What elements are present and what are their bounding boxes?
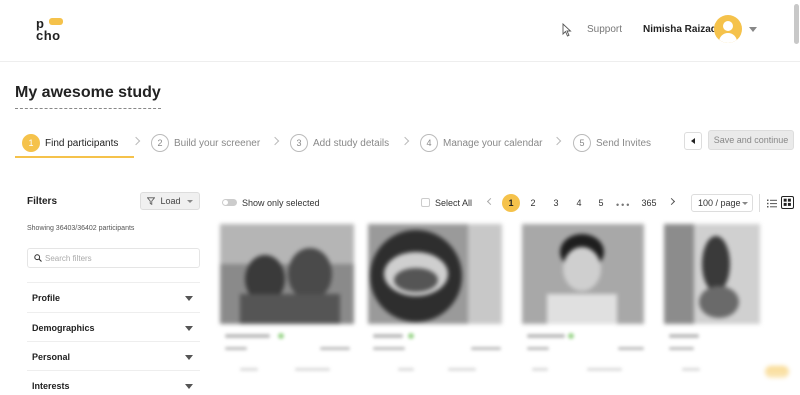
online-indicator <box>278 333 284 339</box>
filter-section-personal[interactable]: Personal <box>27 341 200 371</box>
page-1[interactable]: 1 <box>502 194 520 212</box>
top-header: p cho Support Nimisha Raizada <box>0 0 800 62</box>
logo-accent <box>49 18 63 25</box>
filter-section-label: Profile <box>32 293 61 303</box>
search-filters-input[interactable] <box>45 251 195 266</box>
blurred-name <box>373 334 403 338</box>
page-3[interactable]: 3 <box>551 194 561 212</box>
filter-section-label: Demographics <box>32 323 95 333</box>
page-4[interactable]: 4 <box>574 194 584 212</box>
chevron-right-icon <box>400 136 410 146</box>
avatar[interactable] <box>714 15 742 43</box>
step-label: Add study details <box>313 137 390 149</box>
loading-fade <box>210 360 800 395</box>
load-label: Load <box>160 196 181 206</box>
per-page-value: 100 / page <box>698 198 741 208</box>
filters-title: Filters <box>27 196 58 207</box>
step-number: 2 <box>151 134 169 152</box>
filter-section-profile[interactable]: Profile <box>27 282 200 312</box>
step-send-invites[interactable]: 5 Send Invites <box>573 133 651 153</box>
page-last[interactable]: 365 <box>639 194 659 212</box>
app-logo[interactable]: p cho <box>34 16 74 44</box>
filter-funnel-icon <box>147 197 156 205</box>
chevron-down-icon <box>742 202 748 205</box>
list-view-icon[interactable] <box>767 199 777 208</box>
step-label: Manage your calendar <box>443 137 543 149</box>
chevron-down-icon <box>185 384 193 389</box>
blurred-name <box>225 334 270 338</box>
page-2[interactable]: 2 <box>528 194 538 212</box>
back-arrow-icon <box>691 138 695 144</box>
step-label: Find participants <box>45 137 119 149</box>
step-number: 3 <box>290 134 308 152</box>
user-name[interactable]: Nimisha Raizada <box>643 24 722 35</box>
filter-section-demographics[interactable]: Demographics <box>27 312 200 342</box>
page-scrollbar[interactable] <box>794 4 799 44</box>
back-button[interactable] <box>684 132 702 150</box>
filter-section-label: Interests <box>32 381 70 391</box>
support-link[interactable]: Support <box>587 24 622 35</box>
participant-photo <box>368 224 502 324</box>
per-page-select[interactable]: 100 / page <box>691 194 753 212</box>
step-build-screener[interactable]: 2 Build your screener <box>151 133 260 153</box>
page-title[interactable]: My awesome study <box>15 84 161 109</box>
blurred-name <box>669 334 699 338</box>
step-manage-calendar[interactable]: 4 Manage your calendar <box>420 133 543 153</box>
avatar-head <box>723 21 733 31</box>
step-find-participants[interactable]: 1 Find participants <box>22 133 118 153</box>
next-page-icon[interactable] <box>667 197 676 206</box>
step-label: Send Invites <box>596 137 652 149</box>
step-number: 4 <box>420 134 438 152</box>
save-and-continue-button[interactable]: Save and continue <box>708 130 794 150</box>
show-selected-label: Show only selected <box>242 198 320 208</box>
participant-photo <box>220 224 354 324</box>
toggle-knob <box>223 200 228 205</box>
avatar-body <box>719 33 737 43</box>
online-indicator <box>568 333 574 339</box>
step-label: Build your screener <box>174 137 261 149</box>
search-filters-box[interactable] <box>27 248 200 268</box>
participant-count: Showing 36403/36402 participants <box>27 225 135 232</box>
step-number: 5 <box>573 134 591 152</box>
chevron-down-icon <box>185 355 193 360</box>
blurred-detail <box>373 347 405 350</box>
chevron-right-icon <box>270 136 280 146</box>
step-add-study-details[interactable]: 3 Add study details <box>290 133 389 153</box>
select-all-checkbox[interactable] <box>421 198 430 207</box>
blurred-name <box>527 334 565 338</box>
page-5[interactable]: 5 <box>596 194 606 212</box>
cursor-icon <box>562 23 572 37</box>
step-number: 1 <box>22 134 40 152</box>
chevron-right-icon <box>131 136 141 146</box>
participant-photo <box>664 224 760 324</box>
blurred-detail <box>225 347 247 350</box>
chevron-down-icon <box>185 296 193 301</box>
blurred-detail <box>471 347 501 350</box>
load-filters-button[interactable]: Load <box>140 192 200 210</box>
show-selected-toggle[interactable] <box>222 199 237 206</box>
filter-section-label: Personal <box>32 352 71 362</box>
grid-view-icon[interactable] <box>781 196 794 209</box>
blurred-detail <box>669 347 694 350</box>
active-step-underline <box>15 156 134 158</box>
online-indicator <box>408 333 414 339</box>
chevron-right-icon <box>552 136 562 146</box>
blurred-detail <box>527 347 549 350</box>
filter-section-interests[interactable]: Interests <box>27 370 200 395</box>
chevron-down-icon[interactable] <box>749 27 757 32</box>
divider <box>759 194 760 212</box>
pagination-ellipsis[interactable]: ••• <box>616 200 631 210</box>
blurred-detail <box>618 347 644 350</box>
participant-photo <box>522 224 644 324</box>
logo-text-bottom: cho <box>36 28 61 43</box>
chevron-down-icon <box>186 199 193 203</box>
search-icon <box>34 254 42 262</box>
chevron-down-icon <box>185 326 193 331</box>
prev-page-icon[interactable] <box>486 197 495 206</box>
study-stepper: 1 Find participants 2 Build your screene… <box>0 126 800 162</box>
select-all-label[interactable]: Select All <box>435 198 472 208</box>
blurred-detail <box>320 347 350 350</box>
